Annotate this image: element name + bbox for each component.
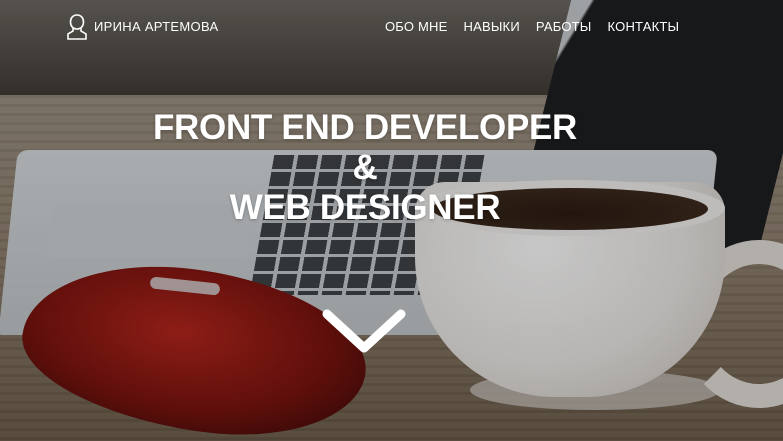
nav-item-skills[interactable]: НАВЫКИ (464, 19, 520, 34)
nav-item-about[interactable]: ОБО МНЕ (385, 19, 448, 34)
nav-item-contacts[interactable]: КОНТАКТЫ (608, 19, 680, 34)
hero-title-line-1: FRONT END DEVELOPER (152, 108, 578, 147)
chevron-down-icon[interactable] (321, 308, 407, 356)
nav-item-works[interactable]: РАБОТЫ (536, 19, 592, 34)
brand-name: ИРИНА АРТЕМОВА (94, 18, 219, 34)
site-header: ИРИНА АРТЕМОВА ОБО МНЕ НАВЫКИ РАБОТЫ КОН… (0, 0, 783, 56)
user-silhouette-icon (66, 13, 88, 41)
main-nav: ОБО МНЕ НАВЫКИ РАБОТЫ КОНТАКТЫ (385, 19, 695, 34)
hero-title-line-2: & (352, 148, 378, 187)
hero-title-line-3: WEB DESIGNER (229, 188, 501, 227)
hero-title: FRONT END DEVELOPER & WEB DESIGNER (0, 108, 730, 228)
brand-logo-link[interactable]: ИРИНА АРТЕМОВА (66, 12, 218, 42)
